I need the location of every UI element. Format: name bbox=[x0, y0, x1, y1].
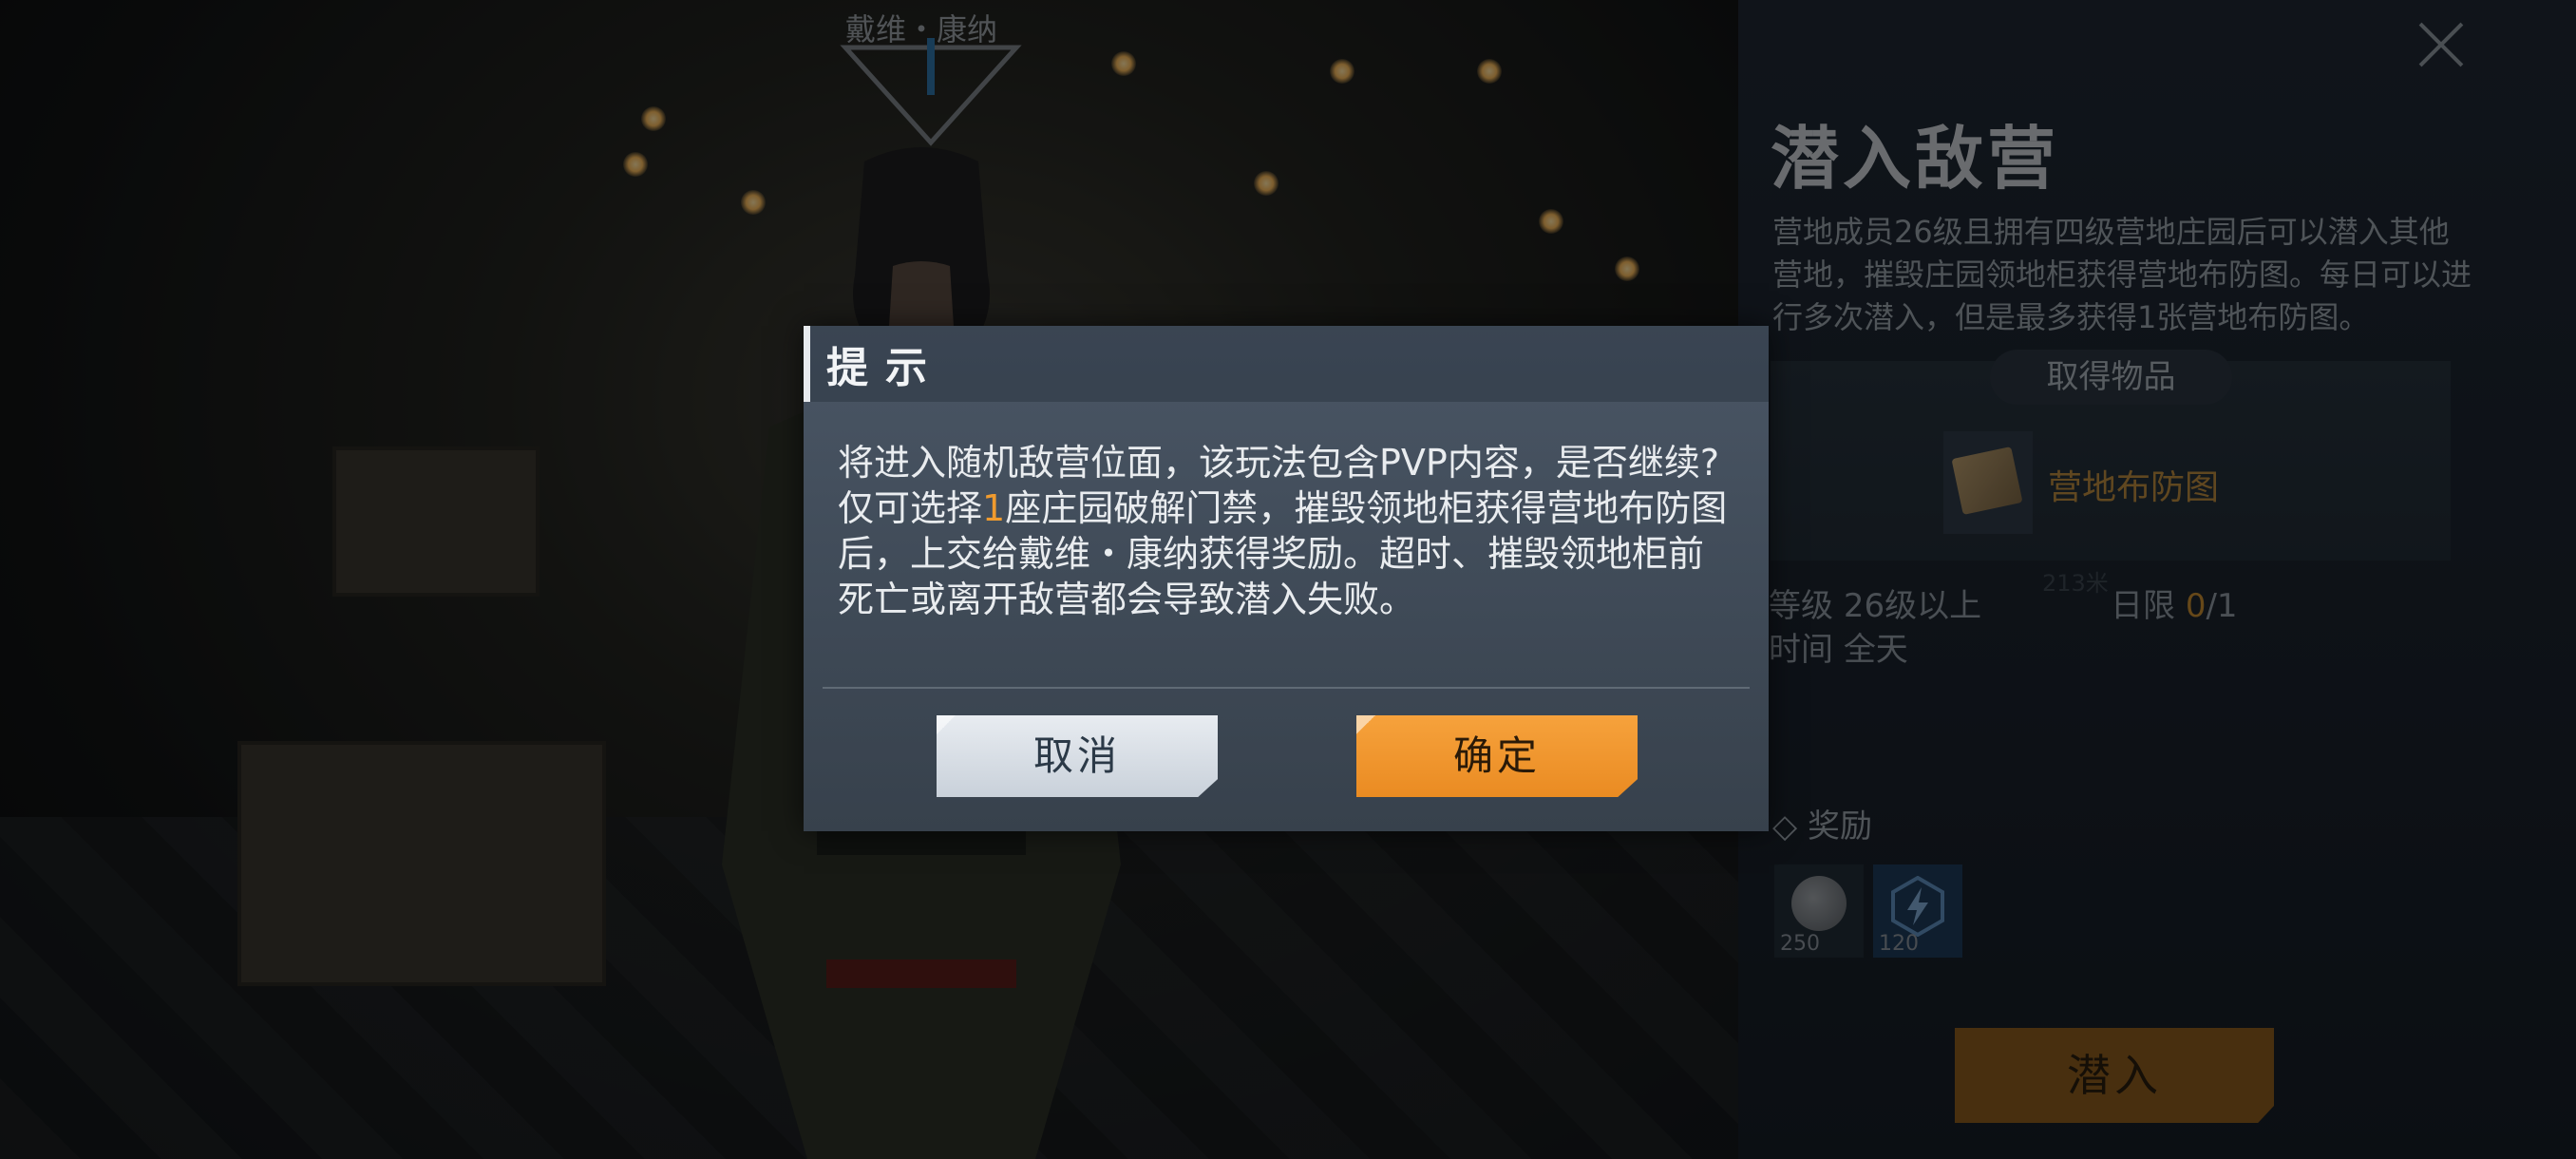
dialog-header bbox=[804, 326, 1769, 402]
confirmation-dialog: 提示 将进入随机敌营位面，该玩法包含PVP内容，是否继续? 仅可选择1座庄园破解… bbox=[804, 326, 1769, 831]
highlight-number: 1 bbox=[982, 487, 1006, 529]
dialog-accent-bar bbox=[804, 326, 810, 402]
confirm-button[interactable]: 确定 bbox=[1356, 715, 1638, 797]
dialog-line: 后，上交给戴维・康纳获得奖励。超时、摧毁领地柜前 bbox=[838, 533, 1705, 575]
dialog-line: 将进入随机敌营位面，该玩法包含PVP内容，是否继续? bbox=[838, 442, 1719, 484]
dialog-title: 提示 bbox=[826, 344, 944, 392]
button-corner-decoration bbox=[937, 715, 956, 734]
button-corner-decoration bbox=[1356, 715, 1375, 734]
confirm-label: 确定 bbox=[1452, 732, 1541, 779]
dialog-line: 仅可选择1座庄园破解门禁，摧毁领地柜获得营地布防图 bbox=[838, 485, 1750, 531]
dialog-text: 仅可选择 bbox=[838, 487, 983, 529]
dialog-message: 将进入随机敌营位面，该玩法包含PVP内容，是否继续? 仅可选择1座庄园破解门禁，… bbox=[838, 440, 1750, 622]
dialog-divider bbox=[823, 687, 1750, 689]
dialog-text: 座庄园破解门禁，摧毁领地柜获得营地布防图 bbox=[1005, 487, 1728, 529]
cancel-label: 取消 bbox=[1032, 732, 1121, 779]
dialog-line: 死亡或离开敌营都会导致潜入失败。 bbox=[838, 579, 1416, 620]
cancel-button[interactable]: 取消 bbox=[937, 715, 1218, 797]
